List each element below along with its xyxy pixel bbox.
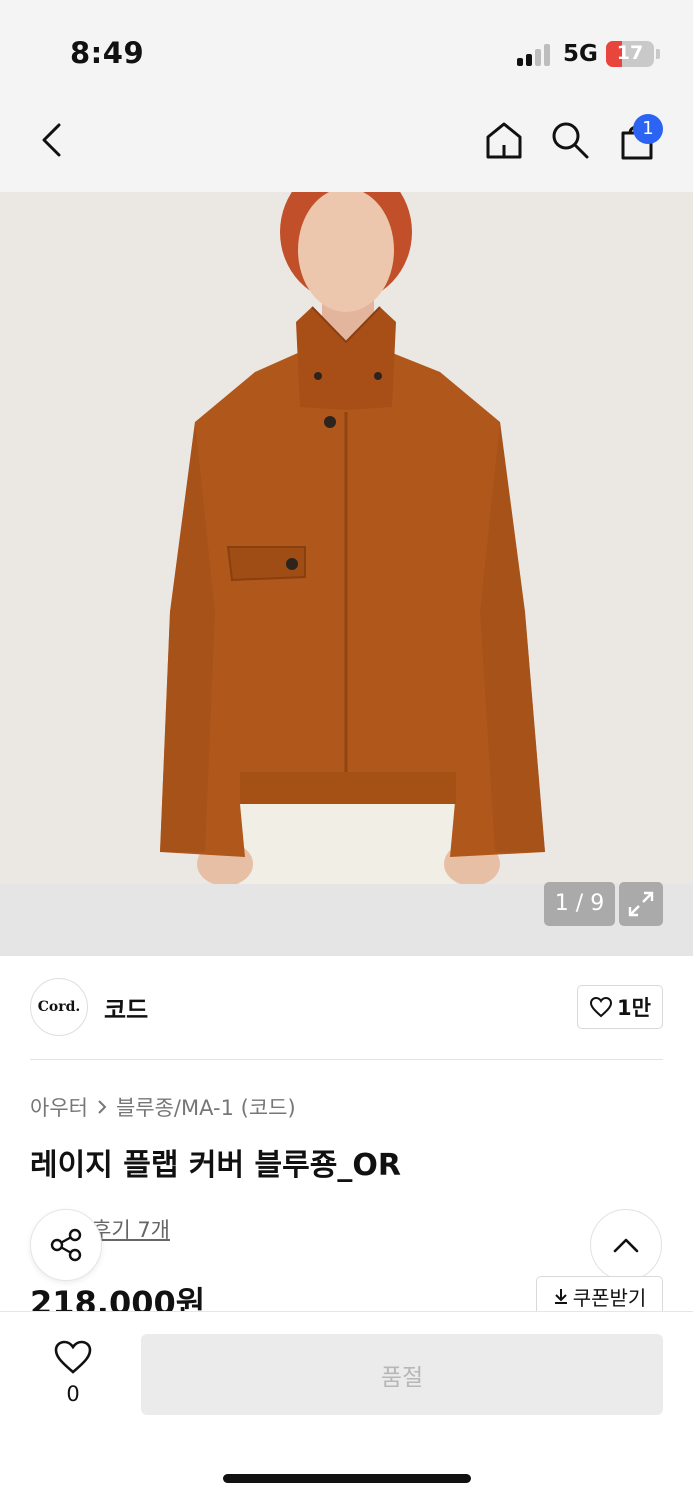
breadcrumb-subcategory[interactable]: 블루종/MA-1 (코드) bbox=[116, 1092, 296, 1122]
chevron-up-icon bbox=[613, 1238, 639, 1253]
brand-name[interactable]: 코드 bbox=[104, 990, 148, 1025]
breadcrumb: 아우터 블루종/MA-1 (코드) bbox=[30, 1092, 296, 1122]
search-icon bbox=[552, 122, 589, 159]
battery-level: 17 bbox=[616, 42, 644, 64]
home-indicator bbox=[223, 1474, 471, 1483]
signal-icon bbox=[517, 44, 553, 66]
status-bar: 8:49 5G 17 bbox=[0, 0, 693, 100]
breadcrumb-category[interactable]: 아우터 bbox=[30, 1092, 88, 1122]
heart-icon bbox=[590, 996, 613, 1018]
expand-icon bbox=[628, 891, 654, 917]
brand-like-count: 1만 bbox=[617, 996, 651, 1020]
product-photo bbox=[0, 192, 693, 884]
image-pager: 1 / 9 bbox=[544, 882, 615, 926]
back-button[interactable] bbox=[30, 118, 74, 162]
chevron-left-icon bbox=[42, 123, 61, 157]
nav-bar bbox=[0, 100, 693, 192]
expand-image-button[interactable] bbox=[619, 882, 663, 926]
product-title: 레이지 플랩 커버 블루죵_OR bbox=[30, 1148, 401, 1183]
home-button[interactable] bbox=[482, 118, 526, 162]
wishlist-button[interactable] bbox=[50, 1336, 96, 1378]
download-icon bbox=[554, 1289, 567, 1304]
brand-logo[interactable]: Cord. bbox=[30, 978, 88, 1036]
battery-cap bbox=[656, 49, 660, 59]
chevron-right-icon bbox=[98, 1100, 107, 1114]
share-icon bbox=[50, 1228, 82, 1262]
search-button[interactable] bbox=[548, 118, 592, 162]
sold-out-button[interactable]: 품절 bbox=[141, 1334, 663, 1415]
home-icon bbox=[486, 122, 522, 159]
brand-logo-text: Cord. bbox=[37, 999, 81, 1015]
share-button[interactable] bbox=[30, 1209, 102, 1281]
scroll-to-top-button[interactable] bbox=[590, 1209, 662, 1281]
coupon-button[interactable]: 쿠폰받기 bbox=[536, 1276, 663, 1316]
heart-icon bbox=[54, 1340, 92, 1374]
review-link[interactable]: 후기 7개 bbox=[92, 1214, 170, 1244]
network-type: 5G bbox=[563, 41, 598, 67]
coupon-label: 쿠폰받기 bbox=[572, 1285, 647, 1310]
status-time: 8:49 bbox=[70, 36, 145, 70]
wishlist-count: 0 bbox=[66, 1382, 80, 1406]
divider bbox=[30, 1059, 663, 1060]
cart-count-badge: 1 bbox=[633, 114, 663, 144]
product-image[interactable] bbox=[0, 192, 693, 884]
brand-like-button[interactable]: 1만 bbox=[577, 985, 663, 1029]
battery-icon: 17 bbox=[606, 41, 654, 67]
